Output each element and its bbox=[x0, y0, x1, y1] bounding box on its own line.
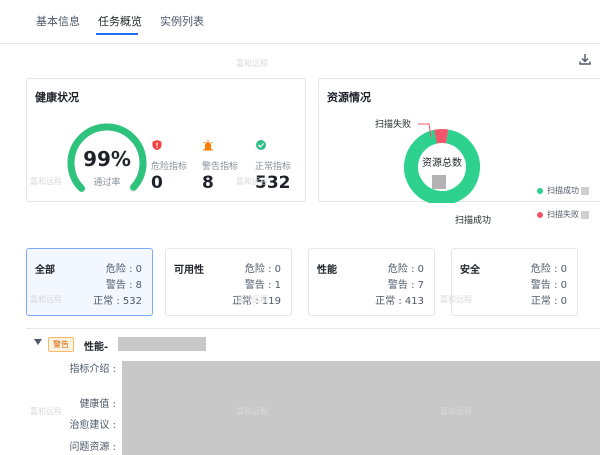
tab-instance-list[interactable]: 实例列表 bbox=[160, 13, 204, 29]
category-card-performance[interactable]: 性能 危险 : 0 警告 : 7 正常 : 413 bbox=[308, 248, 435, 316]
legend-success-dot bbox=[537, 187, 543, 194]
legend-success-label: 扫描成功 bbox=[547, 186, 579, 195]
legend-fail-dot bbox=[537, 211, 543, 218]
category-danger-row: 危险 : 0 bbox=[530, 264, 567, 275]
metric-detail-panel: 警告 性能- 指标介绍 : 健康值 : 治愈建议 : 问题资源 : bbox=[26, 328, 600, 455]
normal-metric-label: 正常指标 bbox=[255, 162, 292, 172]
category-normal-row: 正常 : 413 bbox=[375, 296, 424, 307]
watermark: 嘉和远程 bbox=[236, 407, 268, 416]
pass-rate-value: 99% bbox=[83, 147, 131, 171]
watermark: 嘉和远程 bbox=[30, 177, 62, 186]
category-danger-row: 危险 : 0 bbox=[387, 264, 424, 275]
category-normal-row: 正常 : 0 bbox=[530, 296, 567, 307]
warning-metric-value: 8 bbox=[202, 173, 214, 193]
field-label-remedy: 治愈建议 : bbox=[69, 420, 116, 431]
collapse-caret-icon[interactable] bbox=[34, 339, 42, 345]
check-circle-icon bbox=[256, 140, 266, 150]
watermark: 嘉和远程 bbox=[30, 407, 62, 416]
detail-content-redacted bbox=[122, 361, 600, 455]
danger-metric-value: 0 bbox=[151, 173, 163, 193]
resource-total-redacted bbox=[432, 175, 446, 189]
detail-title: 性能- bbox=[84, 342, 109, 353]
tab-bar: 基本信息 任务概览 实例列表 bbox=[0, 0, 600, 44]
legend-success[interactable]: 扫描成功 bbox=[537, 185, 589, 196]
category-warn-row: 警告 : 0 bbox=[530, 280, 567, 291]
category-card-all[interactable]: 全部 危险 : 0 警告 : 8 正常 : 532 bbox=[26, 248, 153, 316]
category-name: 可用性 bbox=[174, 265, 204, 276]
field-label-description: 指标介绍 : bbox=[69, 364, 116, 375]
tab-task-overview[interactable]: 任务概览 bbox=[98, 13, 142, 29]
alarm-light-icon bbox=[203, 140, 213, 151]
warning-metric-label: 警告指标 bbox=[202, 162, 239, 172]
category-name: 安全 bbox=[460, 265, 480, 276]
field-label-problem-resources: 问题资源 : bbox=[69, 442, 116, 453]
category-normal-row: 正常 : 532 bbox=[93, 296, 142, 307]
category-danger-row: 危险 : 0 bbox=[244, 264, 281, 275]
legend-fail[interactable]: 扫描失败 bbox=[537, 209, 589, 220]
shield-alert-icon bbox=[152, 140, 162, 150]
pass-rate-label: 通过率 bbox=[93, 178, 121, 188]
tab-basic-info[interactable]: 基本信息 bbox=[36, 13, 80, 29]
category-warn-row: 警告 : 8 bbox=[105, 280, 142, 291]
warning-badge: 警告 bbox=[48, 337, 74, 352]
danger-metric-label: 危险指标 bbox=[151, 162, 188, 172]
category-warn-row: 警告 : 7 bbox=[387, 280, 424, 291]
watermark: 嘉和远程 bbox=[236, 177, 268, 186]
watermark: 嘉和远程 bbox=[440, 407, 472, 416]
legend-fail-count-redacted bbox=[581, 210, 589, 219]
category-name: 性能 bbox=[317, 265, 337, 276]
category-name: 全部 bbox=[35, 265, 55, 276]
resource-total-label: 资源总数 bbox=[422, 158, 462, 169]
watermark: 嘉和远程 bbox=[30, 295, 62, 304]
category-card-availability[interactable]: 可用性 危险 : 0 警告 : 1 正常 : 119 bbox=[165, 248, 292, 316]
health-status-title: 健康状况 bbox=[35, 91, 79, 104]
category-danger-row: 危险 : 0 bbox=[105, 264, 142, 275]
category-warn-row: 警告 : 1 bbox=[244, 280, 281, 291]
active-tab-indicator bbox=[96, 33, 138, 35]
download-icon[interactable] bbox=[578, 52, 592, 66]
watermark: 嘉和远程 bbox=[236, 59, 268, 68]
watermark: 嘉和远程 bbox=[440, 295, 472, 304]
legend-fail-label: 扫描失败 bbox=[547, 210, 579, 219]
fail-callout-label: 扫描失败 bbox=[375, 120, 412, 130]
success-callout-label: 扫描成功 bbox=[455, 216, 492, 226]
legend-success-count-redacted bbox=[581, 186, 589, 195]
resource-status-card: 资源情况 资源总数 扫描失败 扫描成功 扫描成功 扫描失败 bbox=[318, 78, 600, 226]
detail-title-redacted bbox=[118, 337, 206, 351]
category-card-security[interactable]: 安全 危险 : 0 警告 : 0 正常 : 0 bbox=[451, 248, 578, 316]
watermark: 嘉和远程 bbox=[236, 295, 268, 304]
